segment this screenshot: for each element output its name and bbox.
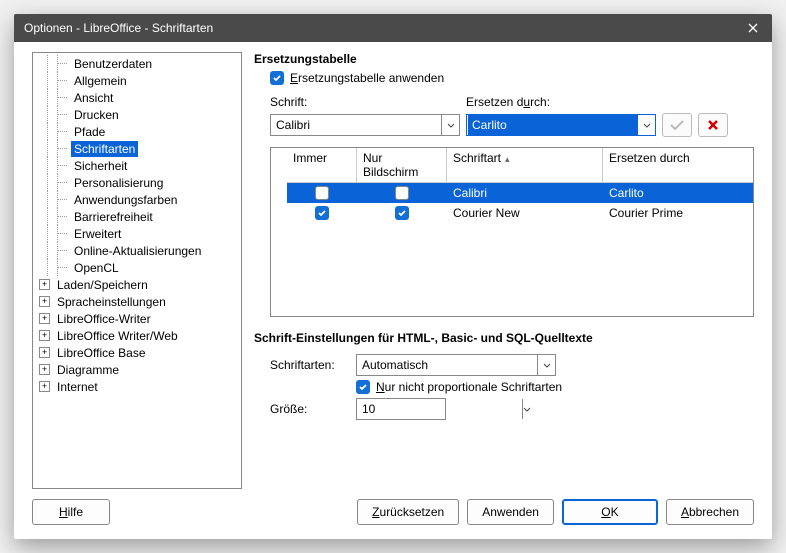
source-fonts-heading: Schrift-Einstellungen für HTML-, Basic- …: [254, 331, 754, 345]
tree-item-sicherheit[interactable]: Sicherheit: [33, 157, 241, 174]
expand-icon[interactable]: +: [39, 279, 50, 290]
apply-button[interactable]: Anwenden: [467, 499, 554, 525]
row-checkbox[interactable]: [395, 206, 409, 220]
tree-item-erweitert[interactable]: Erweitert: [33, 225, 241, 242]
expand-icon[interactable]: +: [39, 296, 50, 307]
tree-item-laden-speichern[interactable]: +Laden/Speichern: [33, 276, 241, 293]
font-input[interactable]: [271, 115, 441, 135]
row-font: Calibri: [447, 186, 603, 200]
apply-replacement-label: Ersetzungstabelle anwenden: [290, 71, 444, 85]
expand-icon[interactable]: +: [39, 347, 50, 358]
font-label: Schrift:: [270, 95, 466, 109]
category-tree[interactable]: BenutzerdatenAllgemeinAnsichtDruckenPfad…: [32, 52, 242, 489]
tree-item-schriftarten[interactable]: Schriftarten: [33, 140, 241, 157]
tree-item-libreoffice-writer[interactable]: +LibreOffice-Writer: [33, 310, 241, 327]
expand-icon[interactable]: +: [39, 364, 50, 375]
tree-item-allgemein[interactable]: Allgemein: [33, 72, 241, 89]
chevron-down-icon[interactable]: [537, 355, 555, 375]
help-button[interactable]: Hilfe: [32, 499, 110, 525]
source-fonts-input[interactable]: [357, 355, 537, 375]
x-icon: [707, 119, 719, 131]
settings-panel: Ersetzungstabelle Ersetzungstabelle anwe…: [254, 52, 754, 489]
row-checkbox[interactable]: [395, 186, 409, 200]
col-immer[interactable]: Immer: [287, 148, 357, 182]
dialog-buttons: Hilfe Zurücksetzen Anwenden OK Abbrechen: [14, 489, 772, 539]
tree-item-benutzerdaten[interactable]: Benutzerdaten: [33, 55, 241, 72]
table-header: Immer Nur Bildschirm Schriftart▴ Ersetze…: [287, 148, 753, 183]
cancel-button[interactable]: Abbrechen: [666, 499, 754, 525]
tree-item-diagramme[interactable]: +Diagramme: [33, 361, 241, 378]
expand-icon[interactable]: +: [39, 381, 50, 392]
tree-item-internet[interactable]: +Internet: [33, 378, 241, 395]
tree-item-barrierefreiheit[interactable]: Barrierefreiheit: [33, 208, 241, 225]
replacement-table[interactable]: Immer Nur Bildschirm Schriftart▴ Ersetze…: [270, 147, 754, 317]
tree-item-ansicht[interactable]: Ansicht: [33, 89, 241, 106]
window-title: Optionen - LibreOffice - Schriftarten: [24, 21, 213, 35]
tree-item-libreoffice-writer-web[interactable]: +LibreOffice Writer/Web: [33, 327, 241, 344]
apply-replacement-button[interactable]: [662, 113, 692, 137]
reset-button[interactable]: Zurücksetzen: [357, 499, 459, 525]
sort-asc-icon: ▴: [505, 154, 510, 164]
tree-item-spracheinstellungen[interactable]: +Spracheinstellungen: [33, 293, 241, 310]
source-fonts-label: Schriftarten:: [270, 358, 350, 372]
size-input[interactable]: [357, 399, 522, 419]
replace-with-input[interactable]: [468, 115, 637, 135]
tree-item-pfade[interactable]: Pfade: [33, 123, 241, 140]
size-combo[interactable]: [356, 398, 446, 420]
nonproportional-label: Nur nicht proportionale Schriftarten: [376, 380, 562, 394]
check-icon: [669, 119, 685, 131]
tree-item-anwendungsfarben[interactable]: Anwendungsfarben: [33, 191, 241, 208]
row-replace: Carlito: [603, 186, 753, 200]
tree-item-libreoffice-base[interactable]: +LibreOffice Base: [33, 344, 241, 361]
col-replace[interactable]: Ersetzen durch: [603, 148, 753, 182]
row-checkbox[interactable]: [315, 206, 329, 220]
table-row[interactable]: Courier NewCourier Prime: [287, 203, 753, 223]
delete-replacement-button[interactable]: [698, 113, 728, 137]
row-replace: Courier Prime: [603, 206, 753, 220]
chevron-down-icon[interactable]: [522, 399, 531, 419]
source-fonts-combo[interactable]: [356, 354, 556, 376]
ok-button[interactable]: OK: [562, 499, 658, 525]
options-dialog: Optionen - LibreOffice - Schriftarten Be…: [14, 14, 772, 539]
table-row[interactable]: CalibriCarlito: [287, 183, 753, 203]
tree-item-personalisierung[interactable]: Personalisierung: [33, 174, 241, 191]
replace-with-combo[interactable]: [466, 114, 656, 136]
tree-item-opencl[interactable]: OpenCL: [33, 259, 241, 276]
expand-icon[interactable]: +: [39, 330, 50, 341]
tree-item-online-aktualisierungen[interactable]: Online-Aktualisierungen: [33, 242, 241, 259]
row-font: Courier New: [447, 206, 603, 220]
size-label: Größe:: [270, 402, 350, 416]
col-font[interactable]: Schriftart▴: [447, 148, 603, 182]
expand-icon[interactable]: +: [39, 313, 50, 324]
col-screen[interactable]: Nur Bildschirm: [357, 148, 447, 182]
apply-replacement-checkbox[interactable]: [270, 71, 284, 85]
nonproportional-checkbox[interactable]: [356, 380, 370, 394]
chevron-down-icon[interactable]: [441, 115, 459, 135]
replace-with-label: Ersetzen durch:: [466, 95, 550, 109]
row-checkbox[interactable]: [315, 186, 329, 200]
font-combo[interactable]: [270, 114, 460, 136]
close-icon[interactable]: [744, 19, 762, 37]
chevron-down-icon[interactable]: [637, 115, 655, 135]
titlebar: Optionen - LibreOffice - Schriftarten: [14, 14, 772, 42]
replacement-table-heading: Ersetzungstabelle: [254, 52, 754, 66]
tree-item-drucken[interactable]: Drucken: [33, 106, 241, 123]
